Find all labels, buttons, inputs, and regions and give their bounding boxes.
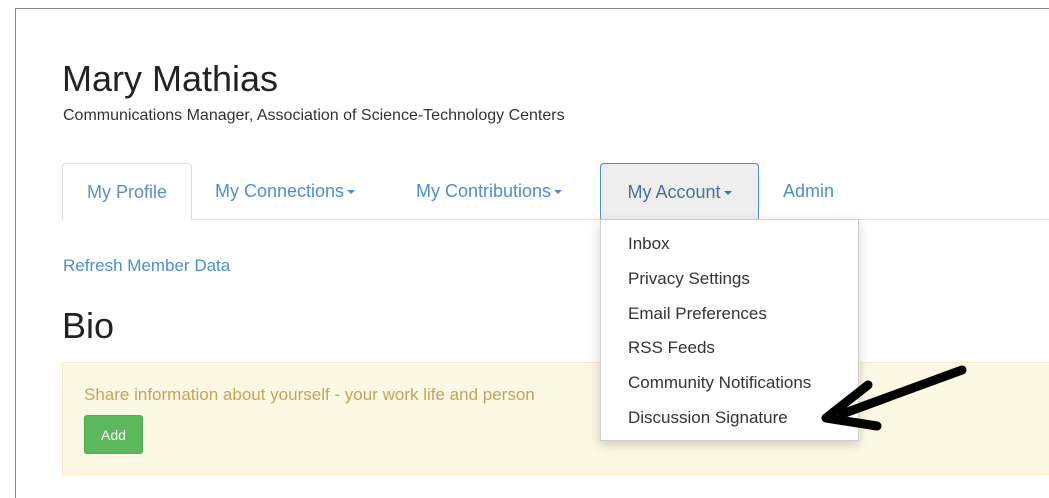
pointer-arrow-icon (821, 365, 967, 431)
